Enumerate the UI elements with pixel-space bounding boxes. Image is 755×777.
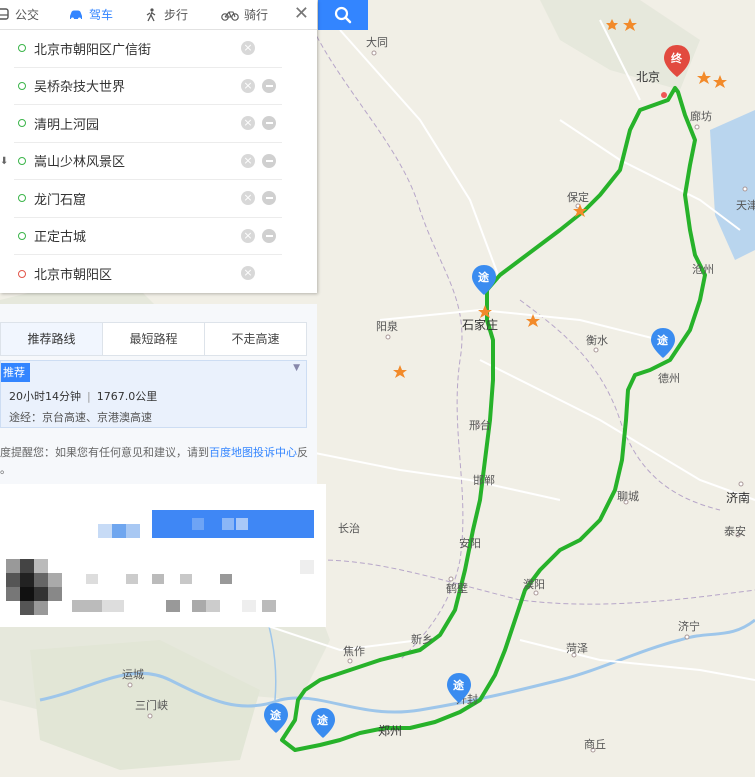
remove-waypoint-button[interactable] [262, 153, 276, 168]
walk-icon [146, 7, 156, 21]
tab-no-highway[interactable]: 不走高速 [205, 323, 306, 355]
svg-text:济南: 济南 [726, 490, 750, 505]
car-icon [70, 10, 82, 20]
svg-text:途: 途 [270, 708, 282, 722]
tip-tail: 。 [0, 463, 11, 476]
recommended-badge: 推荐 [1, 363, 30, 382]
via-dot-icon [18, 194, 26, 203]
route-option-card[interactable]: 推荐 ▼ 20小时14分钟 | 1767.0公里 途经：京台高速、京港澳高速 [0, 360, 307, 428]
svg-text:途: 途 [478, 270, 490, 284]
svg-text:商丘: 商丘 [584, 737, 606, 751]
waypoint-via[interactable]: 吴桥杂技大世界 [14, 68, 282, 105]
svg-text:泰安: 泰安 [724, 524, 746, 538]
svg-text:衡水: 衡水 [586, 334, 608, 347]
waypoint-via[interactable]: ⬇ 嵩山少林风景区 [0, 143, 282, 180]
clear-input-button[interactable] [241, 228, 255, 243]
tab-shortest[interactable]: 最短路程 [103, 323, 205, 355]
clear-input-button[interactable] [241, 116, 255, 130]
svg-text:安阳: 安阳 [459, 536, 481, 550]
tab-recommended[interactable]: 推荐路线 [1, 323, 103, 355]
waypoint-via[interactable]: 龙门石窟 [14, 180, 282, 218]
svg-text:鹤壁: 鹤壁 [446, 581, 468, 595]
remove-waypoint-button[interactable] [262, 78, 276, 93]
via-dot-icon [18, 119, 26, 128]
blurred-primary-button [152, 510, 314, 538]
svg-text:濮阳: 濮阳 [523, 577, 545, 591]
waypoint-list: 北京市朝阳区广信街 吴桥杂技大世界 清明上河园 ⬇ 嵩山少林风景区 龙门石窟 [0, 30, 317, 293]
via-dot-icon [18, 81, 26, 90]
svg-text:北京: 北京 [636, 70, 660, 84]
route-duration: 20小时14分钟 [9, 390, 81, 403]
waypoint-start[interactable]: 北京市朝阳区广信街 [14, 30, 282, 68]
svg-text:焦作: 焦作 [343, 645, 365, 658]
route-summary: 20小时14分钟 | 1767.0公里 [9, 390, 158, 403]
svg-text:聊城: 聊城 [617, 489, 639, 503]
clear-input-button[interactable] [241, 266, 255, 280]
svg-text:长治: 长治 [338, 521, 360, 535]
tip-prefix: 度提醒您：如果您有任何意见和建议，请到 [0, 446, 209, 459]
waypoint-end[interactable]: 北京市朝阳区 [14, 255, 282, 293]
drag-handle-icon[interactable]: ⬇ [0, 156, 8, 167]
mode-walk-label: 步行 [164, 8, 189, 22]
svg-text:邢台: 邢台 [469, 418, 491, 432]
start-dot-icon [18, 44, 26, 53]
mode-bike-label: 骑行 [244, 8, 269, 22]
svg-text:运城: 运城 [122, 668, 144, 681]
svg-text:三门峡: 三门峡 [135, 698, 168, 712]
svg-text:德州: 德州 [658, 371, 680, 385]
mode-bus[interactable]: 公交 [0, 0, 39, 30]
feedback-tip: 度提醒您：如果您有任何意见和建议，请到百度地图投诉中心反 。 [0, 444, 317, 478]
clear-input-button[interactable] [241, 41, 255, 55]
transport-mode-bar: 公交 驾车 步行 骑行 ✕ [0, 0, 317, 30]
remove-waypoint-button[interactable] [262, 228, 276, 243]
search-icon [334, 6, 352, 24]
route-strategy-tabs: 推荐路线 最短路程 不走高速 [0, 322, 307, 356]
end-dot-icon [18, 269, 26, 278]
route-planner-panel: 公交 驾车 步行 骑行 ✕ 北京市朝阳区广信街 吴桥杂技大世界 [0, 0, 317, 293]
waypoint-via[interactable]: 清明上河园 [14, 105, 282, 143]
mode-car[interactable]: 驾车 [68, 0, 113, 30]
route-distance: 1767.0公里 [96, 390, 158, 403]
svg-text:天津: 天津 [736, 199, 755, 212]
svg-text:保定: 保定 [567, 190, 589, 204]
mode-bike[interactable]: 骑行 [221, 0, 268, 30]
route-result-panel: 推荐路线 最短路程 不走高速 推荐 ▼ 20小时14分钟 | 1767.0公里 途经… [0, 304, 317, 484]
bus-icon [0, 7, 9, 20]
search-button[interactable] [318, 0, 368, 30]
clear-input-button[interactable] [241, 78, 255, 93]
blurred-button [98, 524, 140, 538]
svg-text:途: 途 [453, 678, 465, 692]
svg-text:阳泉: 阳泉 [376, 319, 398, 333]
mode-walk[interactable]: 步行 [145, 0, 188, 30]
complaint-center-link[interactable]: 百度地图投诉中心 [209, 446, 297, 459]
svg-text:石家庄: 石家庄 [462, 317, 498, 332]
mode-bus-label: 公交 [15, 8, 40, 22]
remove-waypoint-button[interactable] [262, 116, 276, 130]
mode-car-label: 驾车 [89, 8, 114, 22]
svg-text:郑州: 郑州 [378, 723, 402, 738]
remove-waypoint-button[interactable] [262, 191, 276, 205]
via-dot-icon [18, 231, 26, 240]
close-panel-button[interactable]: ✕ [294, 4, 309, 24]
tip-suffix: 反 [297, 446, 308, 459]
obscured-area [0, 484, 326, 627]
via-dot-icon [18, 156, 26, 165]
clear-input-button[interactable] [241, 191, 255, 205]
svg-text:途: 途 [657, 333, 669, 347]
svg-text:菏泽: 菏泽 [566, 642, 588, 655]
bike-icon [221, 10, 239, 21]
svg-text:途: 途 [317, 713, 329, 727]
svg-text:沧州: 沧州 [692, 262, 714, 276]
blurred-avatar [6, 559, 62, 615]
svg-text:济宁: 济宁 [678, 619, 700, 633]
svg-text:大同: 大同 [366, 35, 388, 49]
waypoint-via[interactable]: 正定古城 [14, 218, 282, 255]
svg-text:廊坊: 廊坊 [690, 109, 712, 123]
svg-text:新乡: 新乡 [411, 632, 433, 646]
collapse-arrow-icon[interactable]: ▼ [293, 363, 300, 373]
clear-input-button[interactable] [241, 153, 255, 168]
svg-text:终: 终 [671, 51, 683, 65]
route-via-roads: 途经：京台高速、京港澳高速 [9, 411, 152, 424]
svg-text:邯郸: 邯郸 [473, 473, 495, 487]
